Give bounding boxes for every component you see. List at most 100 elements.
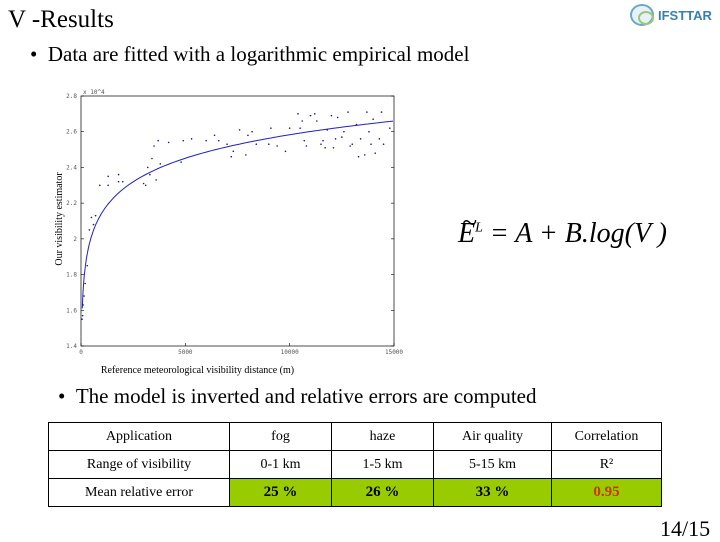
- data-point: [368, 130, 370, 133]
- data-point: [322, 139, 324, 142]
- data-point: [251, 130, 253, 133]
- plot-frame: [80, 95, 395, 347]
- data-point: [117, 173, 120, 176]
- data-point: [155, 179, 157, 181]
- y-tick-label: 2.2: [66, 200, 77, 207]
- data-point: [309, 114, 312, 117]
- data-point: [82, 304, 84, 306]
- data-point: [332, 146, 335, 149]
- logo-text: IFSTTAR: [658, 7, 712, 23]
- data-point: [343, 130, 345, 133]
- data-point: [355, 123, 358, 126]
- data-point: [107, 184, 109, 187]
- y-tick-label: 1.6: [66, 307, 77, 314]
- data-point: [351, 143, 354, 146]
- data-point: [217, 139, 220, 142]
- data-point: [247, 134, 249, 137]
- cell: Mean relative error: [48, 478, 230, 507]
- data-point: [142, 182, 145, 185]
- data-point: [213, 134, 216, 137]
- data-point: [146, 166, 149, 169]
- data-point: [268, 143, 270, 146]
- data-point: [190, 138, 193, 140]
- data-point: [167, 141, 170, 144]
- tilde-mark: ~: [462, 208, 478, 239]
- cell: 1-5 km: [331, 450, 434, 479]
- data-point: [230, 155, 233, 158]
- data-point: [372, 118, 374, 121]
- data-point: [255, 143, 258, 146]
- page-number: 14/15: [660, 516, 711, 541]
- formula-rhs: = A + B.log(V ): [489, 218, 667, 249]
- bullet-2-text: The model is inverted and relative error…: [75, 384, 537, 408]
- data-point: [245, 154, 247, 156]
- y-axis-label: Our visibility estimator: [54, 172, 65, 266]
- data-point: [98, 184, 101, 187]
- table-row: Range of visibility 0-1 km 1-5 km 5-15 k…: [48, 450, 662, 479]
- data-point: [88, 229, 91, 231]
- data-point: [336, 116, 339, 119]
- x-axis-label: Reference meteorological visibility dist…: [101, 365, 294, 376]
- header-cell: haze: [331, 422, 434, 451]
- data-point: [117, 180, 120, 183]
- y-tick-label: 2.8: [66, 93, 77, 100]
- data-point: [370, 143, 372, 146]
- data-point: [320, 143, 322, 146]
- ifsttar-logo: IFSTTAR: [630, 2, 718, 28]
- data-point: [153, 145, 155, 147]
- bullet-1: • Data are fitted with a logarithmic emp…: [30, 42, 470, 66]
- data-point: [284, 150, 287, 153]
- x-tick-label: 0: [79, 349, 83, 356]
- table-header-row: Application fog haze Air quality Correla…: [48, 422, 662, 451]
- data-point: [157, 139, 160, 142]
- data-point: [205, 139, 207, 142]
- bullet-1-text: Data are fitted with a logarithmic empir…: [47, 42, 470, 66]
- data-point: [94, 214, 97, 217]
- data-point: [144, 184, 147, 187]
- table-row: Mean relative error 25 % 26 % 33 % 0.95: [48, 478, 662, 507]
- data-point: [276, 145, 278, 147]
- y-tick-label: 2: [73, 236, 77, 243]
- scatter-chart: 1.4 1.6 1.8 2 2.2 2.4 2.6 2.8 0 5000 10000 15000 x 1…: [54, 89, 403, 376]
- bullet-2: • The model is inverted and relative err…: [58, 384, 537, 408]
- data-point: [92, 223, 95, 226]
- cell: 5-15 km: [433, 450, 552, 479]
- data-point: [86, 264, 89, 267]
- cell: 0-1 km: [229, 450, 332, 479]
- data-point: [334, 138, 337, 140]
- y-tick-label: 2.6: [66, 129, 77, 136]
- data-point: [347, 111, 349, 113]
- data-point: [313, 113, 316, 115]
- data-point: [299, 127, 301, 129]
- data-point: [149, 173, 151, 176]
- data-point: [330, 114, 333, 117]
- slide-title: V -Results: [8, 6, 114, 33]
- data-point: [359, 138, 362, 140]
- cell: 25 %: [229, 478, 332, 507]
- data-point: [151, 157, 153, 160]
- data-point: [366, 111, 368, 113]
- data-point: [297, 113, 299, 115]
- y-tick-label: 1.8: [66, 272, 77, 279]
- cell: 33 %: [433, 478, 552, 507]
- data-point: [226, 143, 228, 146]
- y-tick-label: 1.4: [66, 343, 77, 350]
- cell: Range of visibility: [48, 450, 230, 479]
- cell: R²: [551, 450, 662, 479]
- data-point: [382, 143, 385, 146]
- data-point: [341, 136, 343, 138]
- header-cell: fog: [229, 422, 332, 451]
- data-point: [288, 127, 291, 129]
- y-multiplier: x 10^4: [83, 89, 105, 96]
- data-point: [303, 139, 306, 142]
- cell: 26 %: [331, 478, 434, 507]
- x-tick-label: 5000: [178, 349, 193, 356]
- data-point: [159, 163, 162, 165]
- data-point: [389, 127, 391, 129]
- x-tick-label: 10000: [281, 349, 299, 356]
- data-point: [81, 314, 84, 317]
- data-point: [315, 120, 318, 122]
- data-point: [84, 282, 86, 285]
- data-point: [380, 111, 383, 113]
- data-point: [363, 154, 366, 156]
